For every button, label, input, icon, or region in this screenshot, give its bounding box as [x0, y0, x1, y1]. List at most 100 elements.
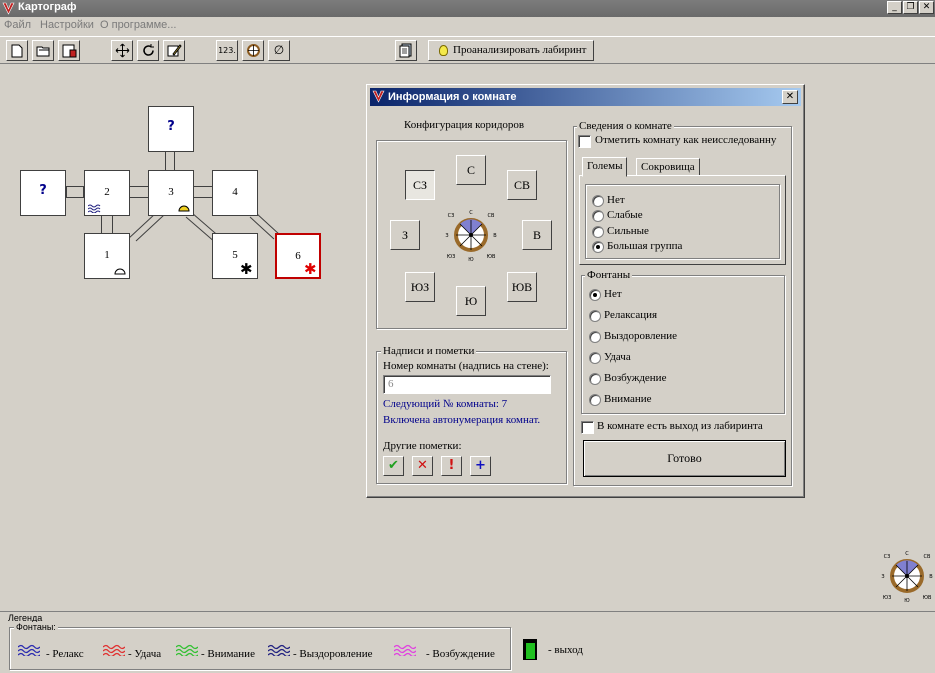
- room-4[interactable]: 4: [212, 170, 258, 216]
- exit-icon: [523, 639, 537, 660]
- cross-icon: ✕: [417, 458, 428, 473]
- open-file-button[interactable]: [32, 40, 54, 61]
- new-file-icon: [11, 44, 23, 58]
- corridor-e-button[interactable]: В: [522, 220, 552, 250]
- compass-icon: С Ю З В СЗ СВ ЮЗ ЮВ: [445, 210, 497, 262]
- restore-button[interactable]: ❐: [903, 1, 918, 14]
- relax-wave-icon: [18, 644, 40, 656]
- room-1[interactable]: 1: [84, 233, 130, 279]
- room-5[interactable]: 5 ✱: [212, 233, 258, 279]
- fountain-none-label: Нет: [604, 288, 622, 300]
- notes-group-label: Надписи и пометки: [381, 345, 477, 357]
- tab-golems[interactable]: Големы: [582, 157, 628, 177]
- numbering-button[interactable]: 123.: [216, 40, 238, 61]
- lightbulb-icon: [439, 45, 448, 56]
- golems-weak-label: Слабые: [607, 209, 643, 221]
- fountain-none-radio[interactable]: [589, 289, 601, 301]
- move-button[interactable]: [111, 40, 133, 61]
- plus-icon: +: [475, 458, 486, 473]
- menu-file[interactable]: Файл: [4, 19, 31, 31]
- compass-sw-label: ЮЗ: [447, 254, 456, 260]
- golems-weak-radio[interactable]: [592, 210, 604, 222]
- room-3[interactable]: 3: [148, 170, 194, 216]
- mark-plus-button[interactable]: +: [470, 456, 491, 476]
- unexplored-label: Отметить комнату как неисследованну: [595, 134, 777, 146]
- room-label: 3: [168, 186, 174, 198]
- unexplored-checkbox[interactable]: [578, 135, 591, 148]
- compass-e-label: В: [493, 233, 497, 239]
- fountain-recovery-radio[interactable]: [589, 331, 601, 343]
- open-file-icon: [36, 46, 49, 57]
- analyze-maze-button[interactable]: Проанализировать лабиринт: [428, 40, 594, 61]
- corridor: [165, 150, 175, 172]
- compass-button[interactable]: [242, 40, 264, 61]
- move-arrows-icon: [115, 43, 129, 58]
- edit-map-button[interactable]: [163, 40, 185, 61]
- corridor-se-button[interactable]: ЮВ: [507, 272, 537, 302]
- other-marks-label: Другие пометки:: [383, 440, 462, 452]
- golems-big-group-radio[interactable]: [592, 241, 604, 253]
- room-info-label: Сведения о комнате: [577, 120, 674, 132]
- next-room-text: Следующий № комнаты: 7: [383, 398, 508, 410]
- compass-nw-label: СЗ: [884, 554, 891, 560]
- corridor-w-button[interactable]: З: [390, 220, 420, 250]
- fountain-luck-radio[interactable]: [589, 352, 601, 364]
- mark-check-button[interactable]: ✔: [383, 456, 404, 476]
- corridor: [193, 186, 213, 198]
- golems-none-radio[interactable]: [592, 195, 604, 207]
- menu-about[interactable]: О программе...: [100, 19, 176, 31]
- fountain-luck-label: Удача: [604, 351, 631, 363]
- recovery-wave-icon: [268, 644, 290, 656]
- compass-s-label: Ю: [468, 257, 474, 262]
- close-button[interactable]: ✕: [919, 1, 934, 14]
- fountain-excitement-label: Возбуждение: [604, 372, 667, 384]
- compass-w-label: З: [881, 574, 884, 580]
- room-number-input[interactable]: 6: [383, 375, 551, 394]
- fountain-excitement-radio[interactable]: [589, 373, 601, 385]
- room-label: 4: [232, 186, 238, 198]
- save-file-button[interactable]: [58, 40, 80, 61]
- new-file-button[interactable]: [6, 40, 28, 61]
- rotate-button[interactable]: [137, 40, 159, 61]
- menu-bar: Файл Настройки О программе...: [0, 17, 935, 35]
- mark-exclamation-button[interactable]: !: [441, 456, 462, 476]
- minimize-button[interactable]: _: [887, 1, 902, 14]
- diagonal-corridors: [127, 212, 281, 244]
- corridor-nw-button[interactable]: СЗ: [405, 170, 435, 200]
- fountains-label: Фонтаны: [585, 269, 633, 281]
- fountain-icon: [178, 205, 190, 212]
- mark-cross-button[interactable]: ✕: [412, 456, 433, 476]
- compass-rose-icon: С Ю З В СЗ СВ ЮЗ ЮВ: [881, 551, 933, 603]
- compass-n-label: С: [469, 210, 473, 216]
- room-6-selected[interactable]: 6 ✱: [275, 233, 321, 279]
- fountain-attention-radio[interactable]: [589, 394, 601, 406]
- corridor-ne-button[interactable]: СВ: [507, 170, 537, 200]
- compass-ne-label: СВ: [488, 213, 495, 219]
- compass-n-label: С: [905, 551, 909, 557]
- compass-e-label: В: [929, 574, 933, 580]
- room-2[interactable]: 2: [84, 170, 130, 216]
- clear-button[interactable]: ∅: [268, 40, 290, 61]
- title-bar: Картограф _ ❐ ✕: [0, 0, 935, 17]
- room-label: ?: [39, 183, 47, 198]
- golems-strong-radio[interactable]: [592, 226, 604, 238]
- fountain-relax-radio[interactable]: [589, 310, 601, 322]
- golems-none-label: Нет: [607, 194, 625, 206]
- menu-settings[interactable]: Настройки: [40, 19, 94, 31]
- corridor-sw-button[interactable]: ЮЗ: [405, 272, 435, 302]
- luck-wave-icon: [103, 644, 125, 656]
- legend-panel: Легенда Фонтаны: - Релакс - Удача - Вним…: [0, 611, 935, 673]
- exit-checkbox[interactable]: [581, 421, 594, 434]
- done-button[interactable]: Готово: [583, 440, 786, 477]
- fountain-attention-label: Внимание: [604, 393, 652, 405]
- corridor-s-button[interactable]: Ю: [456, 286, 486, 316]
- room-unknown-top[interactable]: ?: [148, 106, 194, 152]
- tab-treasures[interactable]: Сокровища: [636, 158, 700, 176]
- exit-label: В комнате есть выход из лабиринта: [597, 420, 763, 432]
- golems-big-group-label: Большая группа: [607, 240, 683, 252]
- report-button[interactable]: [395, 40, 417, 61]
- dialog-close-button[interactable]: ✕: [782, 90, 798, 104]
- corridor-n-button[interactable]: С: [456, 155, 486, 185]
- room-unknown-left[interactable]: ?: [20, 170, 66, 216]
- check-icon: ✔: [388, 458, 399, 473]
